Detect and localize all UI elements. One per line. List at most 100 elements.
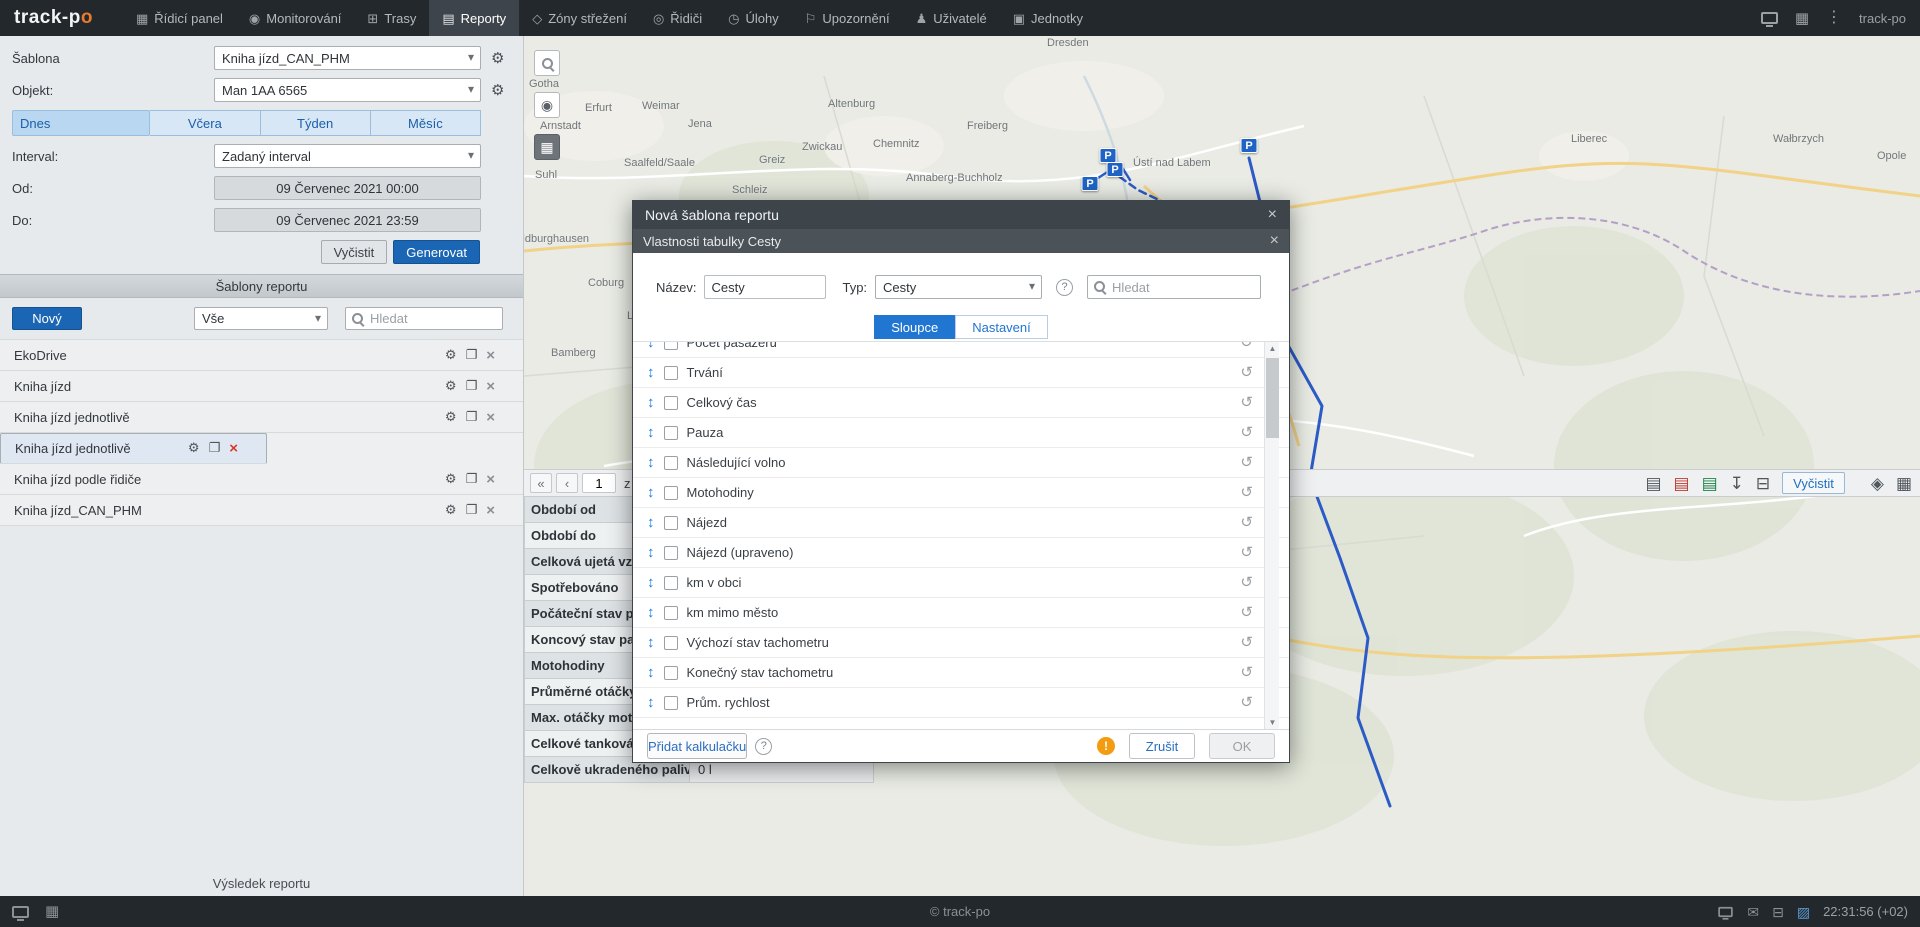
map-search-button[interactable] bbox=[534, 50, 560, 76]
object-select[interactable]: Man 1AA 6565▾ bbox=[214, 78, 481, 102]
prev-page-button[interactable]: ‹ bbox=[556, 473, 578, 493]
screen-icon[interactable] bbox=[1761, 12, 1778, 24]
undo-icon[interactable]: ↺ bbox=[1240, 545, 1253, 560]
template-row[interactable]: Kniha jízd_CAN_PHM⚙❐× bbox=[0, 495, 523, 526]
drag-icon[interactable]: ↕ bbox=[647, 365, 655, 380]
new-template-button[interactable]: Nový bbox=[12, 307, 82, 330]
screen-icon[interactable] bbox=[1719, 906, 1733, 916]
clear-report-button[interactable]: Vyčistit bbox=[1782, 472, 1845, 494]
add-calculator-button[interactable]: Přidat kalkulačku bbox=[647, 733, 747, 759]
undo-icon[interactable]: ↺ bbox=[1240, 395, 1253, 410]
drag-icon[interactable]: ↕ bbox=[647, 695, 655, 710]
undo-icon[interactable]: ↺ bbox=[1240, 575, 1253, 590]
column-search-input[interactable] bbox=[1087, 275, 1261, 299]
undo-icon[interactable]: ↺ bbox=[1240, 605, 1253, 620]
map-layers-button[interactable]: ▦ bbox=[534, 134, 560, 160]
mail-icon[interactable]: ✉ bbox=[1747, 905, 1759, 919]
checkbox[interactable] bbox=[664, 606, 678, 620]
period-button-4[interactable]: Měsíc bbox=[371, 110, 481, 136]
from-date-input[interactable] bbox=[214, 176, 481, 200]
column-row[interactable]: ↕Pauza↺ bbox=[633, 418, 1289, 448]
undo-icon[interactable]: ↺ bbox=[1240, 695, 1253, 710]
drag-icon[interactable]: ↕ bbox=[647, 605, 655, 620]
generate-button[interactable]: Generovat bbox=[393, 240, 480, 264]
template-row[interactable]: Kniha jízd jednotlivě⚙❐× bbox=[0, 402, 523, 433]
template-row[interactable]: Kniha jízd jednotlivě⚙❐× bbox=[0, 433, 267, 464]
template-row[interactable]: Kniha jízd⚙❐× bbox=[0, 371, 523, 402]
checkbox[interactable] bbox=[664, 636, 678, 650]
close-icon[interactable]: × bbox=[486, 410, 495, 425]
template-settings-button[interactable]: ⚙ bbox=[491, 51, 504, 66]
checkbox[interactable] bbox=[664, 456, 678, 470]
close-icon[interactable]: × bbox=[229, 441, 238, 456]
screen-icon[interactable] bbox=[12, 906, 29, 918]
parking-marker[interactable]: P bbox=[1100, 148, 1117, 163]
tab-settings[interactable]: Nastavení bbox=[955, 315, 1048, 339]
table-icon[interactable]: ▦ bbox=[1896, 475, 1912, 492]
drag-icon[interactable]: ↕ bbox=[647, 341, 655, 350]
nav-item-routes[interactable]: ⊞Trasy bbox=[354, 0, 429, 36]
copy-icon[interactable]: ❐ bbox=[466, 379, 478, 394]
column-row[interactable]: ↕Počet pasažerů↺ bbox=[633, 341, 1289, 358]
wrench-icon[interactable]: ⚙ bbox=[445, 348, 457, 363]
checkbox[interactable] bbox=[664, 341, 678, 350]
parking-marker[interactable]: P bbox=[1107, 162, 1124, 177]
print-icon[interactable]: ⊟ bbox=[1772, 905, 1784, 919]
map-icon[interactable]: ◈ bbox=[1871, 475, 1884, 492]
to-date-input[interactable] bbox=[214, 208, 481, 232]
nav-item-alerts[interactable]: ⚐Upozornění bbox=[792, 0, 903, 36]
wrench-icon[interactable]: ⚙ bbox=[445, 503, 457, 518]
nav-item-reports[interactable]: ▤Reporty bbox=[429, 0, 519, 36]
kebab-menu-icon[interactable]: ⋮ bbox=[1826, 10, 1842, 26]
undo-icon[interactable]: ↺ bbox=[1240, 665, 1253, 680]
parking-marker[interactable]: P bbox=[1082, 176, 1099, 191]
column-row[interactable]: ↕Výchozí stav tachometru↺ bbox=[633, 628, 1289, 658]
download-icon[interactable]: ↧ bbox=[1730, 475, 1744, 492]
grid-icon[interactable]: ▦ bbox=[45, 904, 59, 919]
page-number-input[interactable] bbox=[582, 473, 616, 493]
column-row[interactable]: ↕Nájezd (upraveno)↺ bbox=[633, 538, 1289, 568]
drag-icon[interactable]: ↕ bbox=[647, 425, 655, 440]
undo-icon[interactable]: ↺ bbox=[1240, 455, 1253, 470]
close-icon[interactable]: × bbox=[486, 503, 495, 518]
nav-item-monitoring[interactable]: ◉Monitorování bbox=[236, 0, 355, 36]
column-row[interactable]: ↕km mimo město↺ bbox=[633, 598, 1289, 628]
interval-select[interactable]: Zadaný interval▾ bbox=[214, 144, 481, 168]
wrench-icon[interactable]: ⚙ bbox=[445, 379, 457, 394]
drag-icon[interactable]: ↕ bbox=[647, 485, 655, 500]
undo-icon[interactable]: ↺ bbox=[1240, 365, 1253, 380]
drag-icon[interactable]: ↕ bbox=[647, 395, 655, 410]
wrench-icon[interactable]: ⚙ bbox=[445, 410, 457, 425]
cancel-button[interactable]: Zrušit bbox=[1129, 733, 1195, 759]
checkbox[interactable] bbox=[664, 666, 678, 680]
dialog-close-icon[interactable]: × bbox=[1268, 206, 1277, 224]
close-icon[interactable]: × bbox=[486, 472, 495, 487]
drag-icon[interactable]: ↕ bbox=[647, 665, 655, 680]
drag-icon[interactable]: ↕ bbox=[647, 635, 655, 650]
nav-item-tasks[interactable]: ◷Úlohy bbox=[715, 0, 792, 36]
undo-icon[interactable]: ↺ bbox=[1240, 485, 1253, 500]
stats-icon[interactable]: ▨ bbox=[1797, 905, 1810, 919]
report-list-icon[interactable]: ▤ bbox=[1645, 475, 1661, 492]
template-search-input[interactable] bbox=[345, 307, 503, 330]
column-row[interactable]: ↕Následující volno↺ bbox=[633, 448, 1289, 478]
nav-item-dashboard[interactable]: ▦Řídicí panel bbox=[123, 0, 236, 36]
copy-icon[interactable]: ❐ bbox=[209, 441, 221, 456]
checkbox[interactable] bbox=[664, 576, 678, 590]
undo-icon[interactable]: ↺ bbox=[1240, 635, 1253, 650]
period-button-3[interactable]: Týden bbox=[261, 110, 371, 136]
nav-item-zones[interactable]: ◇Zóny střežení bbox=[519, 0, 640, 36]
copy-icon[interactable]: ❐ bbox=[466, 472, 478, 487]
column-row[interactable]: ↕Motohodiny↺ bbox=[633, 478, 1289, 508]
wrench-icon[interactable]: ⚙ bbox=[188, 441, 200, 456]
checkbox[interactable] bbox=[664, 546, 678, 560]
copy-icon[interactable]: ❐ bbox=[466, 348, 478, 363]
nav-item-users[interactable]: ♟Uživatelé bbox=[903, 0, 1000, 36]
period-button-2[interactable]: Včera bbox=[150, 110, 260, 136]
close-icon[interactable]: × bbox=[486, 379, 495, 394]
scrollbar-thumb[interactable] bbox=[1266, 358, 1279, 438]
scroll-up-icon[interactable]: ▲ bbox=[1265, 344, 1280, 353]
checkbox[interactable] bbox=[664, 366, 678, 380]
template-row[interactable]: Kniha jízd podle řidiče⚙❐× bbox=[0, 464, 523, 495]
copy-icon[interactable]: ❐ bbox=[466, 503, 478, 518]
